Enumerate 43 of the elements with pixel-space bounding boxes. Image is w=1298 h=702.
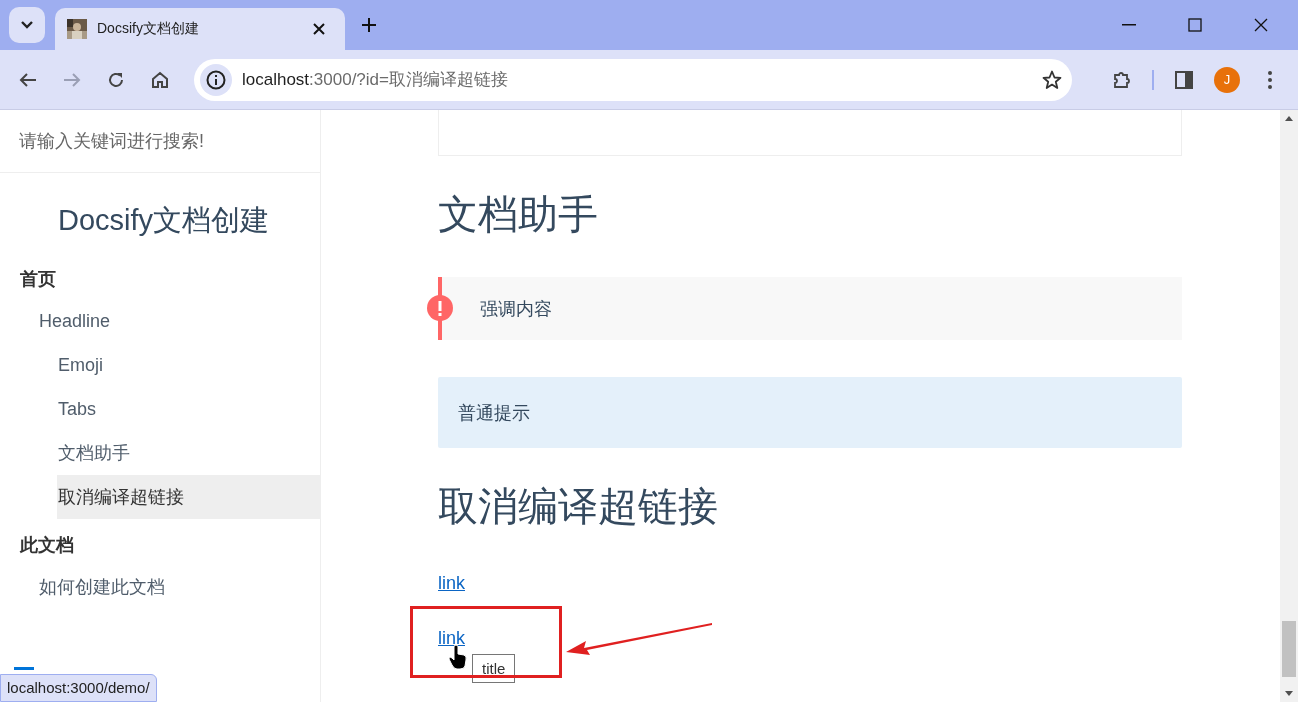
forward-arrow-icon	[63, 71, 81, 88]
nav-group-label: 首页	[19, 268, 57, 291]
minimize-icon	[1122, 24, 1136, 26]
hand-cursor-icon	[448, 644, 468, 670]
link[interactable]: link	[438, 573, 465, 594]
star-icon	[1042, 69, 1062, 90]
sidebar-link[interactable]: Headline	[39, 299, 320, 343]
site-info-button[interactable]	[200, 63, 232, 96]
sidebar-link[interactable]: 取消编译超链接	[57, 475, 320, 519]
sidebar-link[interactable]: Tabs	[57, 387, 320, 431]
info-icon	[206, 69, 226, 90]
section-heading: 文档助手	[438, 191, 599, 238]
url-text: localhost:3000/?id=取消编译超链接	[242, 69, 509, 91]
callout-text: 普通提示	[458, 401, 530, 425]
puzzle-icon	[1112, 69, 1132, 90]
scroll-up-icon	[1285, 116, 1293, 121]
sidebar-link[interactable]: 如何创建此文档	[39, 565, 320, 609]
plus-icon	[362, 18, 376, 32]
sidebar-toggle-icon[interactable]	[14, 667, 34, 670]
status-url: localhost:3000/demo/	[0, 674, 157, 702]
callout-text: 强调内容	[480, 297, 552, 321]
back-arrow-icon	[19, 71, 37, 88]
site-title: Docsify文档创建	[57, 203, 271, 238]
chevron-down-icon	[20, 20, 34, 30]
close-icon	[1254, 18, 1268, 32]
home-icon	[151, 70, 169, 89]
sidebar-link[interactable]: Emoji	[57, 343, 320, 387]
tab-title: Docsify文档创建	[97, 20, 200, 38]
section-heading: 取消编译超链接	[438, 483, 719, 530]
scrollbar-thumb[interactable]	[1282, 621, 1296, 677]
side-panel-icon	[1175, 70, 1193, 89]
tab-list-button[interactable]	[9, 7, 45, 43]
reload-icon	[107, 70, 125, 89]
more-vertical-icon	[1268, 70, 1272, 89]
address-bar[interactable]: localhost:3000/?id=取消编译超链接	[194, 58, 1072, 101]
tooltip: title	[472, 654, 516, 683]
nav-group-label: 此文档	[18, 534, 75, 557]
scrollbar[interactable]	[1280, 110, 1298, 702]
close-icon	[313, 23, 325, 35]
scroll-down-icon	[1285, 691, 1293, 696]
maximize-icon	[1188, 18, 1202, 32]
sidebar-link[interactable]: 文档助手	[57, 431, 320, 475]
browser-tab[interactable]: Docsify文档创建	[55, 8, 345, 50]
